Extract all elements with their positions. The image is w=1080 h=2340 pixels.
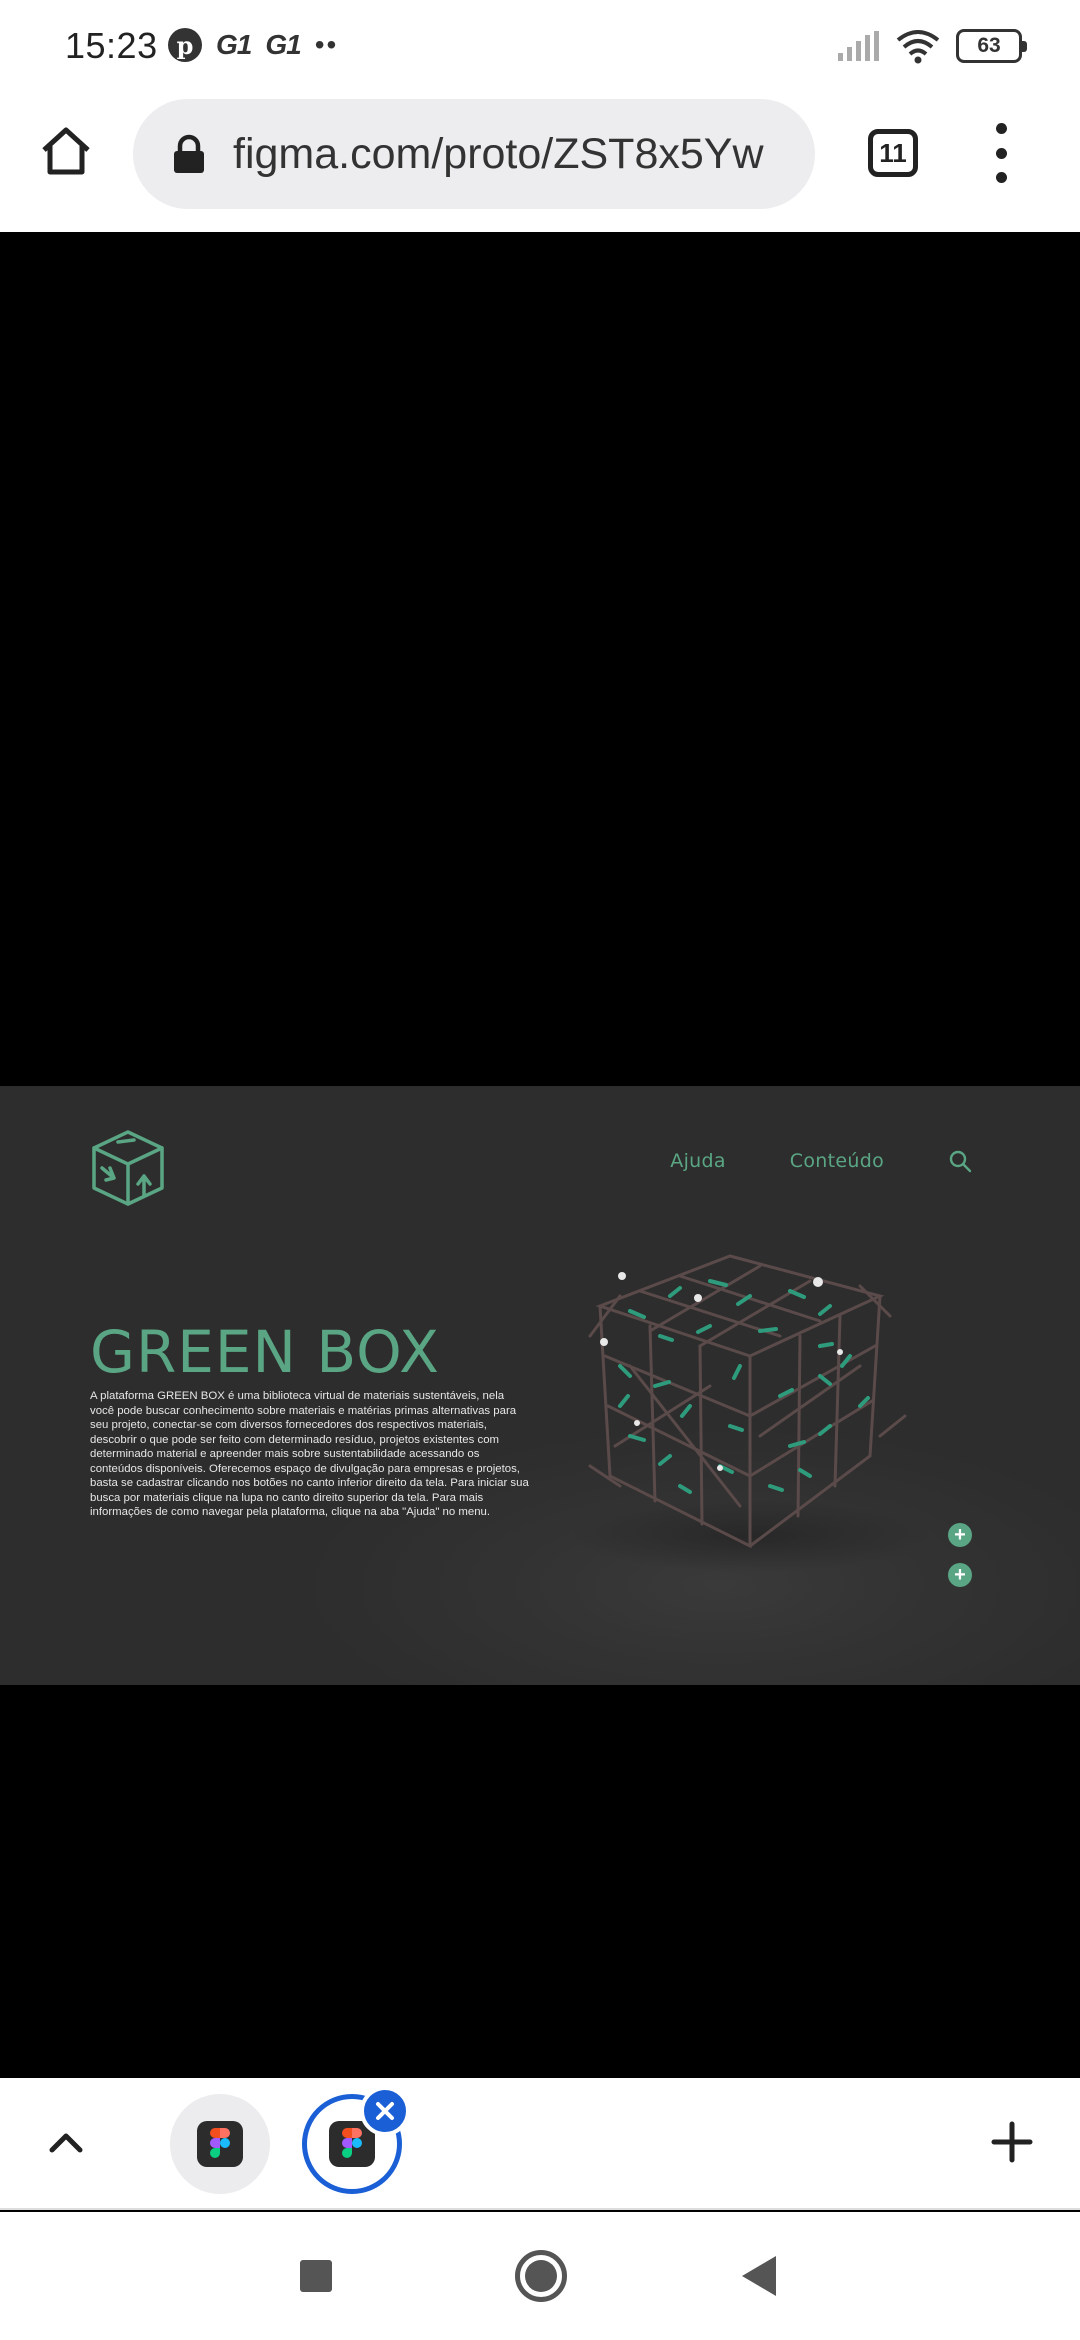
url-text: figma.com/proto/ZST8x5Yw (233, 129, 764, 178)
browser-toolbar: figma.com/proto/ZST8x5Yw 11 (0, 95, 1080, 232)
status-time: 15:23 (65, 25, 158, 66)
tab-thumbnail-figma[interactable] (170, 2094, 270, 2194)
figma-icon (197, 2121, 243, 2167)
web-viewport: Ajuda Conteúdo GREEN BOX A plataforma GR… (0, 232, 1080, 2078)
wifi-icon (896, 30, 940, 64)
g1-icon: G1 (265, 29, 301, 60)
menu-dot-icon (995, 123, 1007, 134)
chevron-up-icon[interactable] (46, 2122, 86, 2162)
address-bar[interactable]: figma.com/proto/ZST8x5Yw (133, 99, 815, 209)
status-bar: 15:23 p G1 G1 •• 63 (0, 0, 1080, 95)
home-circle-icon (525, 2260, 557, 2292)
close-tab-button[interactable] (360, 2086, 410, 2136)
home-button[interactable] (36, 121, 96, 181)
system-status: 63 (838, 28, 1027, 64)
more-notifications-icon: •• (314, 29, 339, 60)
lock-icon (174, 134, 204, 173)
green-box-logo-icon (92, 1130, 164, 1206)
frame-title: GREEN BOX (90, 1318, 440, 1386)
frame-nav: Ajuda Conteúdo (670, 1149, 972, 1173)
nav-link-content[interactable]: Conteúdo (790, 1150, 884, 1172)
figma-prototype-frame: Ajuda Conteúdo GREEN BOX A plataforma GR… (0, 1086, 1080, 1685)
register-project-button[interactable]: + (948, 1563, 972, 1587)
back-button[interactable] (742, 2256, 776, 2296)
system-nav-bar (0, 2212, 1080, 2340)
tab-strip (0, 2078, 1080, 2210)
tab-switcher-button[interactable]: 11 (868, 129, 918, 177)
battery-icon: 63 (956, 29, 1027, 63)
recents-button[interactable] (300, 2260, 332, 2292)
nav-link-help[interactable]: Ajuda (670, 1150, 726, 1172)
close-icon (376, 2102, 394, 2120)
menu-dot-icon (995, 147, 1007, 159)
g1-icon: G1 (216, 29, 252, 60)
frame-description: A plataforma GREEN BOX é uma biblioteca … (90, 1390, 529, 1518)
phone-screen: 15:23 p G1 G1 •• 63 figma.com/proto/ZST8… (0, 0, 1080, 2340)
menu-dot-icon (995, 172, 1007, 183)
branch-cube-illustration (570, 1254, 930, 1572)
notification-icons: p G1 G1 •• (168, 28, 338, 62)
browser-menu-button[interactable] (986, 123, 1016, 183)
search-icon[interactable] (948, 1149, 972, 1173)
home-icon (42, 127, 90, 175)
pinterest-icon: p (168, 28, 202, 62)
register-company-button[interactable]: + (948, 1523, 972, 1547)
new-tab-plus-icon[interactable] (990, 2120, 1034, 2164)
signal-icon (838, 31, 879, 61)
home-nav-button[interactable] (515, 2250, 567, 2302)
